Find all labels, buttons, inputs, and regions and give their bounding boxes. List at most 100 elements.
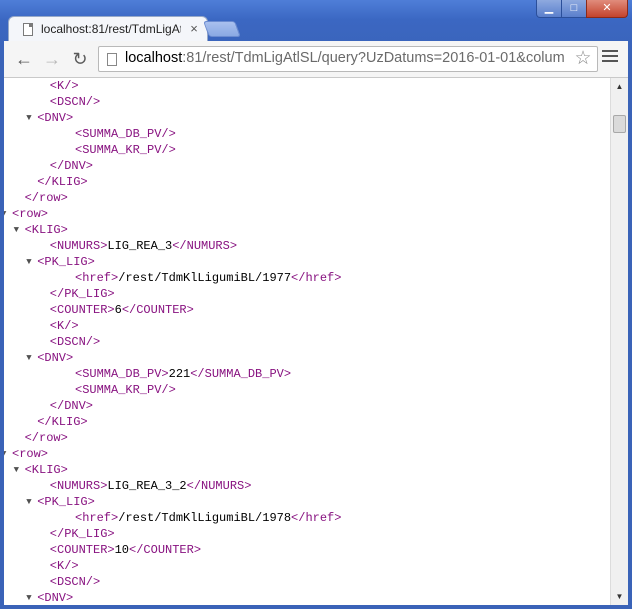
page-icon	[23, 23, 33, 36]
xml-line: </KLIG>	[37, 174, 87, 190]
xml-line: ▼ <KLIG>	[14, 462, 68, 478]
xml-close-tag: </href>	[291, 271, 342, 285]
url-text[interactable]: localhost:81/rest/TdmLigAtlSL/query?UzDa…	[125, 50, 565, 68]
xml-tag: <COUNTER>	[49, 303, 115, 317]
xml-close-tag: </SUMMA_DB_PV>	[190, 367, 292, 381]
tab-active[interactable]: localhost:81/rest/TdmLigAtlSL ×	[8, 16, 208, 42]
page-icon	[107, 53, 117, 66]
xml-tag: </row>	[24, 431, 68, 445]
xml-line: <SUMMA_KR_PV/>	[75, 142, 176, 158]
xml-text-value: 221	[168, 367, 191, 381]
xml-tag: <DSCN/>	[49, 575, 101, 589]
xml-close-tag: </COUNTER>	[129, 543, 202, 557]
xml-line: <NUMURS>LIG_REA_3</NUMURS>	[50, 238, 237, 254]
xml-tag: <KLIG>	[24, 223, 68, 237]
xml-text-value: /rest/TdmKlLigumiBL/1977	[118, 271, 292, 285]
xml-tag: <row>	[12, 207, 49, 221]
collapse-triangle-icon[interactable]: ▼	[4, 446, 6, 462]
xml-line: ▼ <DNV>	[26, 110, 74, 126]
xml-line: ▼ <PK_LIG>	[26, 494, 95, 510]
vertical-scrollbar[interactable]: ▲ ▼	[610, 78, 628, 605]
xml-line: <COUNTER>10</COUNTER>	[50, 542, 201, 558]
new-tab-button[interactable]	[203, 21, 241, 37]
xml-tag: <NUMURS>	[49, 239, 108, 253]
xml-tag: <K/>	[49, 319, 79, 333]
xml-line: <SUMMA_DB_PV/>	[75, 126, 176, 142]
xml-line: <DSCN/>	[50, 334, 100, 350]
minimize-button[interactable]: ▁	[536, 0, 562, 18]
back-arrow-icon[interactable]: ←	[12, 47, 36, 71]
collapse-triangle-icon[interactable]: ▼	[26, 254, 31, 270]
xml-line: ▼ <row>	[4, 206, 49, 222]
bookmark-star-icon[interactable]: ☆	[573, 48, 593, 70]
xml-line: <SUMMA_DB_PV>221</SUMMA_DB_PV>	[75, 366, 291, 382]
xml-tag: </KLIG>	[37, 175, 88, 189]
menu-hamburger-icon[interactable]	[602, 50, 618, 66]
xml-tag: <SUMMA_KR_PV/>	[75, 143, 176, 157]
xml-line: </KLIG>	[37, 414, 87, 430]
xml-line: ▼ <DNV>	[26, 350, 73, 366]
xml-line: <K/>	[50, 318, 79, 334]
xml-tag: <SUMMA_KR_PV/>	[75, 383, 176, 397]
xml-tag: <SUMMA_DB_PV>	[75, 367, 169, 381]
xml-tag: <COUNTER>	[49, 543, 115, 557]
xml-tag: <DNV>	[37, 591, 74, 605]
xml-close-tag: </NUMURS>	[186, 479, 252, 493]
xml-tag: </DNV>	[49, 399, 94, 413]
browser-window: localhost:81/rest/TdmLigAtlSL × ▁ □ ✕ ← …	[0, 0, 632, 609]
close-window-button[interactable]: ✕	[586, 0, 628, 18]
browser-toolbar: ← → ↻ localhost:81/rest/TdmLigAtlSL/quer…	[4, 41, 628, 78]
xml-line: </PK_LIG>	[50, 526, 115, 542]
xml-line: </DNV>	[50, 398, 93, 414]
collapse-triangle-icon[interactable]: ▼	[26, 110, 31, 126]
xml-line: <SUMMA_KR_PV/>	[75, 382, 176, 398]
title-bar: localhost:81/rest/TdmLigAtlSL × ▁ □ ✕	[0, 0, 632, 42]
collapse-triangle-icon[interactable]: ▼	[14, 222, 19, 238]
tab-close-icon[interactable]: ×	[187, 21, 201, 37]
collapse-triangle-icon[interactable]: ▼	[4, 206, 6, 222]
scroll-up-arrow-icon[interactable]: ▲	[611, 78, 628, 95]
xml-tag: </DNV>	[49, 159, 94, 173]
maximize-button[interactable]: □	[561, 0, 587, 18]
xml-line: ▼ <row>	[4, 446, 49, 462]
xml-line: <K/>	[50, 558, 79, 574]
collapse-triangle-icon[interactable]: ▼	[14, 462, 19, 478]
xml-tag: <SUMMA_DB_PV/>	[75, 127, 176, 141]
xml-tag: <NUMURS>	[49, 479, 108, 493]
xml-close-tag: </NUMURS>	[172, 239, 238, 253]
xml-tag: <K/>	[49, 559, 79, 573]
xml-tag: </row>	[24, 191, 68, 205]
xml-line: </DNV>	[50, 158, 93, 174]
xml-text-value: LIG_REA_3_2	[107, 479, 187, 493]
xml-tag: </PK_LIG>	[49, 287, 115, 301]
xml-line: <href>/rest/TdmKlLigumiBL/1977</href>	[75, 270, 341, 286]
address-bar[interactable]: localhost:81/rest/TdmLigAtlSL/query?UzDa…	[98, 46, 598, 72]
xml-tag: <href>	[75, 271, 119, 285]
reload-icon[interactable]: ↻	[68, 47, 92, 71]
xml-line: </row>	[25, 190, 68, 206]
xml-line: ▼ <PK_LIG>	[26, 254, 95, 270]
xml-line: ▼ <DNV>	[26, 590, 74, 605]
xml-tag: <PK_LIG>	[37, 255, 95, 269]
xml-viewer: <K/> <DSCN/> ▼ <DNV> <SUMMA_DB_PV/> <SUMMA_KR…	[4, 78, 610, 605]
xml-tag: </PK_LIG>	[49, 527, 115, 541]
tab-title: localhost:81/rest/TdmLigAtlSL	[41, 22, 181, 36]
xml-line: <href>/rest/TdmKlLigumiBL/1978</href>	[75, 510, 341, 526]
xml-text-value: 10	[114, 543, 130, 557]
xml-tag: <DSCN/>	[49, 335, 101, 349]
forward-arrow-icon[interactable]: →	[40, 47, 64, 71]
scrollbar-thumb[interactable]	[613, 115, 626, 133]
xml-tag: <row>	[12, 447, 49, 461]
collapse-triangle-icon[interactable]: ▼	[26, 350, 31, 366]
window-border	[0, 605, 632, 609]
xml-tag: <K/>	[49, 79, 79, 93]
collapse-triangle-icon[interactable]: ▼	[26, 494, 31, 510]
xml-line: <NUMURS>LIG_REA_3_2</NUMURS>	[50, 478, 252, 494]
xml-line: <DSCN/>	[50, 574, 100, 590]
xml-tag: </KLIG>	[37, 415, 88, 429]
xml-line: <K/>	[50, 78, 79, 94]
scroll-down-arrow-icon[interactable]: ▼	[611, 588, 628, 605]
xml-text-value: 6	[114, 303, 122, 317]
collapse-triangle-icon[interactable]: ▼	[26, 590, 31, 605]
xml-tag: <DNV>	[37, 111, 74, 125]
